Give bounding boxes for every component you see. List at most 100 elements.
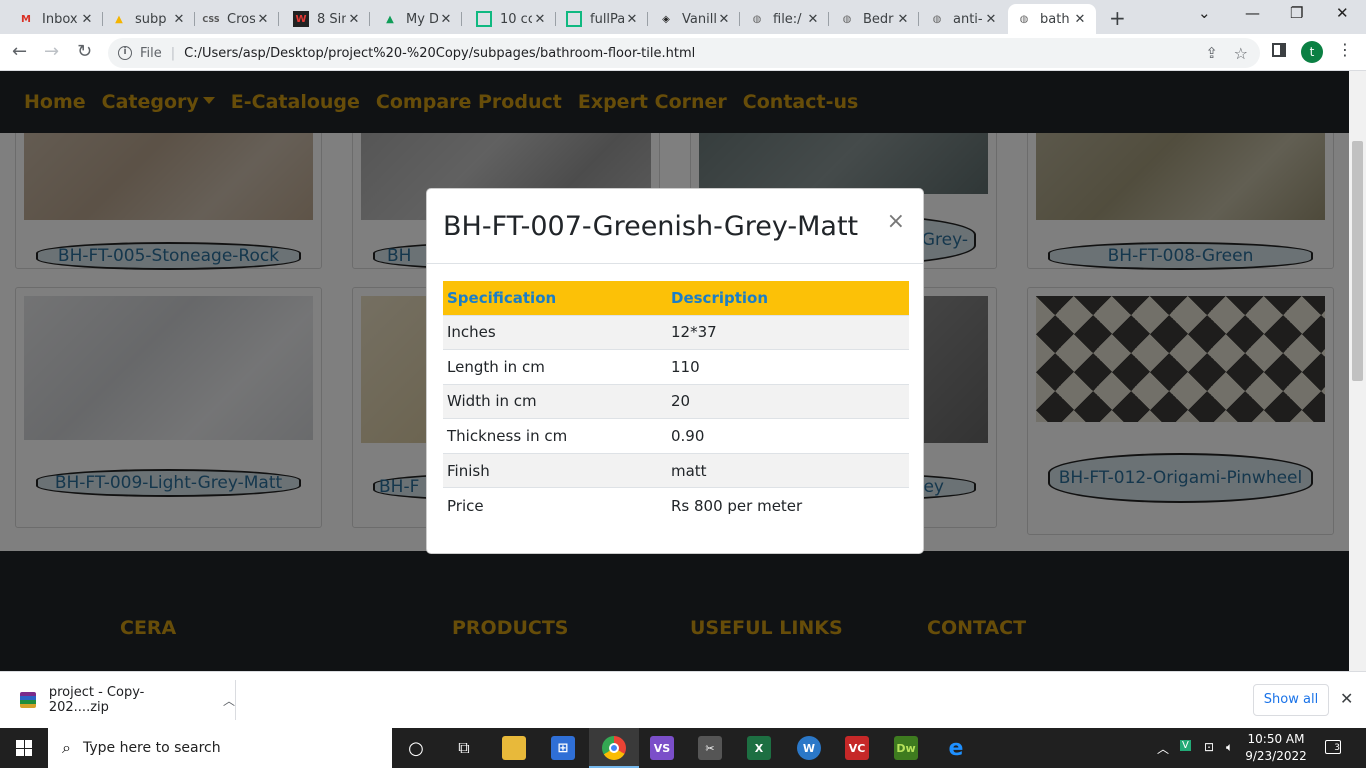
table-row: Finish matt <box>443 452 909 488</box>
close-tab-icon[interactable]: ✕ <box>532 12 548 27</box>
close-icon[interactable]: × <box>887 209 905 234</box>
close-tab-icon[interactable]: ✕ <box>624 12 640 27</box>
column-header: Description <box>667 281 909 315</box>
windows-logo-icon <box>16 740 32 756</box>
table-row: Price Rs 800 per meter <box>443 487 909 523</box>
column-header: Specification <box>443 281 667 315</box>
close-tab-icon[interactable]: ✕ <box>895 12 911 27</box>
browser-toolbar: ← → ↻ i File | C:/Users/asp/Desktop/proj… <box>0 34 1366 71</box>
close-tab-icon[interactable]: ✕ <box>1072 12 1088 27</box>
layout-icon <box>476 11 492 27</box>
browser-tab[interactable]: 10 cc ✕ <box>468 4 556 34</box>
tab-search-icon[interactable]: ⌄ <box>1198 4 1211 22</box>
close-tab-icon[interactable]: ✕ <box>983 12 999 27</box>
edge-icon[interactable]: e <box>944 736 968 761</box>
chevron-up-icon[interactable]: ︿ <box>1157 740 1169 757</box>
network-icon[interactable]: ⊡ <box>1204 740 1214 754</box>
browser-tab[interactable]: CSS Cross✕ <box>195 4 279 34</box>
divider <box>427 263 923 264</box>
browser-tab[interactable]: ◈ Vanill ✕ <box>650 4 740 34</box>
vc-app-icon[interactable]: VC <box>845 736 869 760</box>
close-tab-icon[interactable]: ✕ <box>716 12 732 27</box>
taskbar-clock[interactable]: 10:50 AM 9/23/2022 <box>1244 731 1308 765</box>
close-tab-icon[interactable]: ✕ <box>171 12 187 27</box>
menu-kebab-icon[interactable]: ⋮ <box>1337 40 1353 59</box>
store-icon[interactable]: ⊞ <box>551 736 575 760</box>
download-filename[interactable]: project - Copy-202....zip <box>49 685 203 715</box>
close-icon[interactable]: ✕ <box>1340 689 1353 708</box>
browser-tab[interactable]: ◍ file:/✕ <box>741 4 829 34</box>
close-tab-icon[interactable]: ✕ <box>79 12 95 27</box>
start-button[interactable] <box>0 728 48 768</box>
address-scheme-label: File <box>140 45 162 61</box>
back-icon[interactable]: ← <box>12 41 27 62</box>
modal-title: BH-FT-007-Greenish-Grey-Matt <box>443 211 859 242</box>
browser-tab-active[interactable]: ◍ bath ✕ <box>1008 4 1096 34</box>
spec-value: 110 <box>667 349 909 385</box>
url-text[interactable]: C:/Users/asp/Desktop/project%20-%20Copy/… <box>184 46 695 61</box>
browser-tab[interactable]: M Inbox ✕ <box>10 4 103 34</box>
maximize-button[interactable]: ❐ <box>1290 4 1303 22</box>
spec-name: Finish <box>443 452 667 488</box>
globe-icon: ◍ <box>1019 13 1029 25</box>
product-spec-modal: BH-FT-007-Greenish-Grey-Matt × Specifica… <box>426 188 924 554</box>
divider: | <box>170 45 176 61</box>
downloads-bar: project - Copy-202....zip ︿ Show all ✕ <box>0 671 1366 728</box>
close-tab-icon[interactable]: ✕ <box>255 12 271 27</box>
minimize-button[interactable]: — <box>1245 4 1260 22</box>
chrome-icon[interactable] <box>602 736 626 760</box>
scrollbar-thumb[interactable] <box>1352 141 1363 381</box>
spec-value: 0.90 <box>667 418 909 454</box>
spec-name: Inches <box>443 314 667 350</box>
bookmark-star-icon[interactable]: ☆ <box>1234 44 1248 63</box>
forward-icon[interactable]: → <box>44 41 59 62</box>
reload-icon[interactable]: ↻ <box>77 41 92 62</box>
profile-avatar[interactable]: t <box>1301 41 1323 63</box>
browser-tab[interactable]: fullPa ✕ <box>558 4 648 34</box>
excel-icon[interactable]: X <box>747 736 771 760</box>
globe-icon: ◍ <box>752 13 762 25</box>
globe-icon: ◍ <box>842 13 852 25</box>
task-view-icon[interactable]: ⧉ <box>452 736 476 760</box>
share-icon[interactable]: ⇪ <box>1205 44 1218 62</box>
spec-value: matt <box>667 452 909 488</box>
file-explorer-icon[interactable] <box>502 736 526 760</box>
new-tab-button[interactable]: + <box>1109 6 1126 30</box>
download-item[interactable]: project - Copy-202....zip ︿ <box>0 680 236 720</box>
globe-icon: ◍ <box>932 13 942 25</box>
clock-time: 10:50 AM <box>1247 732 1305 746</box>
notification-icon[interactable]: 3 <box>1325 740 1341 754</box>
chevron-up-icon[interactable]: ︿ <box>223 692 235 709</box>
browser-tab[interactable]: ◍ anti- ✕ <box>921 4 1007 34</box>
word-icon[interactable]: W <box>797 736 821 760</box>
close-window-button[interactable]: ✕ <box>1336 4 1349 22</box>
w-logo-icon: W <box>293 11 309 27</box>
clock-date: 9/23/2022 <box>1245 749 1307 763</box>
page-scrollbar[interactable] <box>1349 71 1366 671</box>
close-tab-icon[interactable]: ✕ <box>346 12 362 27</box>
browser-tab[interactable]: W 8 Sim✕ <box>285 4 370 34</box>
layout-icon <box>566 11 582 27</box>
css3-icon: CSS <box>202 14 220 24</box>
browser-tab[interactable]: ▲ My D ✕ <box>374 4 462 34</box>
taskbar-search[interactable]: ⌕ Type here to search <box>48 728 392 768</box>
visual-studio-icon[interactable]: VS <box>650 736 674 760</box>
browser-tab[interactable]: ◍ Bedr ✕ <box>831 4 919 34</box>
tray-app-icon[interactable]: V <box>1180 740 1191 751</box>
cortana-icon[interactable]: ○ <box>404 736 428 760</box>
volume-icon[interactable]: 🔈︎ <box>1226 740 1233 755</box>
web-page: Home Category E-Catalouge Compare Produc… <box>0 71 1349 671</box>
address-bar[interactable]: i File | C:/Users/asp/Desktop/project%20… <box>108 38 1260 68</box>
windows-taskbar: ⌕ Type here to search ○ ⧉ ⊞ VS ✂ X W VC … <box>0 728 1366 768</box>
drive-icon: ▲ <box>115 13 123 25</box>
table-header-row: Specification Description <box>443 281 909 315</box>
browser-tab[interactable]: ▲ subp ✕ <box>103 4 195 34</box>
side-panel-icon[interactable] <box>1272 43 1286 57</box>
show-all-button[interactable]: Show all <box>1253 684 1329 716</box>
browser-tab-strip: M Inbox✕ ▲ subp✕ CSS Cross✕ W 8 Sim✕ ▲ M… <box>0 0 1366 34</box>
dreamweaver-icon[interactable]: Dw <box>894 736 918 760</box>
close-tab-icon[interactable]: ✕ <box>805 12 821 27</box>
tools-icon[interactable]: ✂ <box>698 736 722 760</box>
info-icon[interactable]: i <box>118 46 132 60</box>
close-tab-icon[interactable]: ✕ <box>438 12 454 27</box>
